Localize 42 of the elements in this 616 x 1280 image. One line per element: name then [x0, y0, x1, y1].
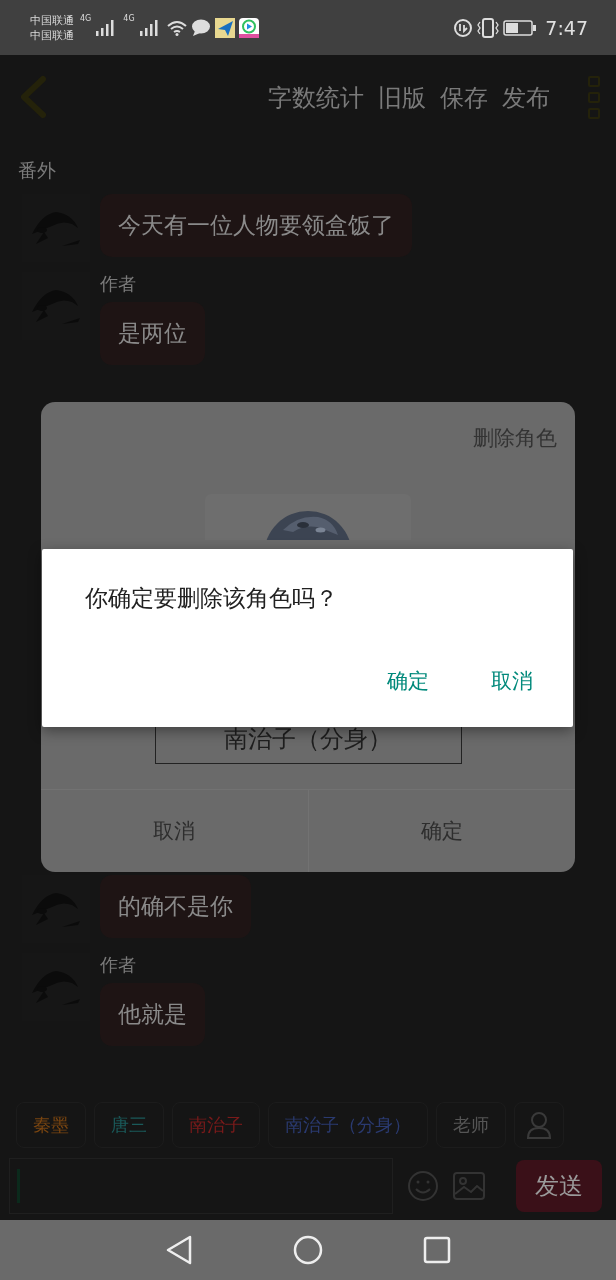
chat-bubble-icon [190, 19, 211, 36]
message-bubble: 今天有一位人物要领盒饭了 [100, 194, 412, 257]
character-chip[interactable]: 老师 [436, 1102, 506, 1148]
battery-icon [503, 19, 538, 36]
signal-icon [95, 19, 116, 36]
header-action[interactable]: 发布 [502, 81, 550, 114]
header-action[interactable]: 保存 [440, 81, 488, 114]
dialog-button[interactable]: 确定 [307, 790, 575, 872]
author-name: 作者 [100, 272, 136, 296]
dialog-button[interactable]: 确定 [377, 661, 439, 701]
vibrate-icon [477, 17, 500, 38]
play-icon [238, 17, 259, 38]
carrier-name: 中国联通 [30, 27, 74, 43]
back-icon[interactable] [165, 1235, 193, 1265]
send-button[interactable]: 发送 [516, 1160, 602, 1212]
confirm-message: 你确定要删除该角色吗？ [84, 584, 339, 613]
message-bubble: 的确不是你 [100, 875, 251, 938]
data-saver-icon [453, 17, 474, 38]
recent-apps-icon[interactable] [423, 1236, 451, 1264]
home-icon[interactable] [293, 1235, 323, 1265]
clock-time: 7:47 [545, 16, 588, 39]
network-label: 4G [123, 14, 135, 23]
network-label: 4G [80, 14, 92, 23]
signal-icon [138, 19, 159, 36]
author-name: 作者 [100, 953, 136, 977]
paper-plane-icon [214, 17, 235, 38]
header-action[interactable]: 旧版 [378, 81, 426, 114]
carrier-name: 中国联通 [30, 12, 74, 28]
wifi-icon [166, 19, 187, 36]
header-action[interactable]: 字数统计 [268, 81, 364, 114]
character-chip[interactable]: 唐三 [94, 1102, 164, 1148]
image-icon[interactable] [453, 1172, 485, 1200]
character-chip[interactable]: 秦墨 [16, 1102, 86, 1148]
message-bubble: 他就是 [100, 983, 205, 1046]
message-bubble: 是两位 [100, 302, 205, 365]
smiley-icon[interactable] [407, 1170, 439, 1202]
character-chip[interactable]: 南治子 [172, 1102, 260, 1148]
character-chip[interactable]: 南治子（分身） [268, 1102, 428, 1148]
person-icon[interactable] [514, 1102, 564, 1148]
section-title: 番外 [18, 158, 57, 183]
dialog-button[interactable]: 取消 [481, 661, 543, 701]
dialog-button[interactable]: 取消 [41, 790, 308, 872]
